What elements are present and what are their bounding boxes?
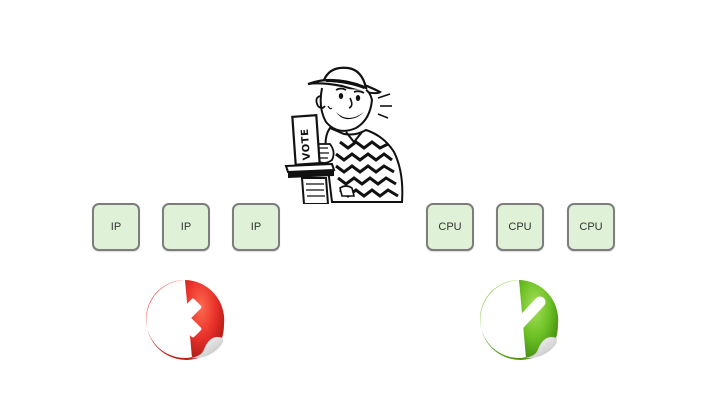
ballot-sign-text: VOTE bbox=[300, 128, 313, 160]
cpu-box-label: CPU bbox=[508, 221, 532, 233]
sweater-icon bbox=[324, 126, 404, 203]
motion-lines-icon bbox=[377, 93, 392, 119]
ip-box: IP bbox=[232, 203, 280, 251]
face-icon bbox=[315, 87, 374, 132]
cpu-box-label: CPU bbox=[438, 221, 462, 233]
voter-illustration: VOTE bbox=[284, 66, 404, 204]
ip-box: IP bbox=[92, 203, 140, 251]
slide: VOTE IP IP IP CPU CPU CPU bbox=[0, 0, 708, 416]
cpu-box: CPU bbox=[496, 203, 544, 251]
ballot-icon: VOTE bbox=[291, 114, 321, 166]
ip-box-label: IP bbox=[180, 221, 192, 233]
ip-box-label: IP bbox=[250, 221, 262, 233]
ip-box: IP bbox=[162, 203, 210, 251]
x-mark-icon bbox=[146, 280, 225, 360]
cpu-box: CPU bbox=[426, 203, 474, 251]
ip-box-label: IP bbox=[110, 221, 122, 233]
cpu-box: CPU bbox=[567, 203, 615, 251]
cpu-box-label: CPU bbox=[579, 221, 603, 233]
check-mark-icon bbox=[480, 280, 559, 360]
